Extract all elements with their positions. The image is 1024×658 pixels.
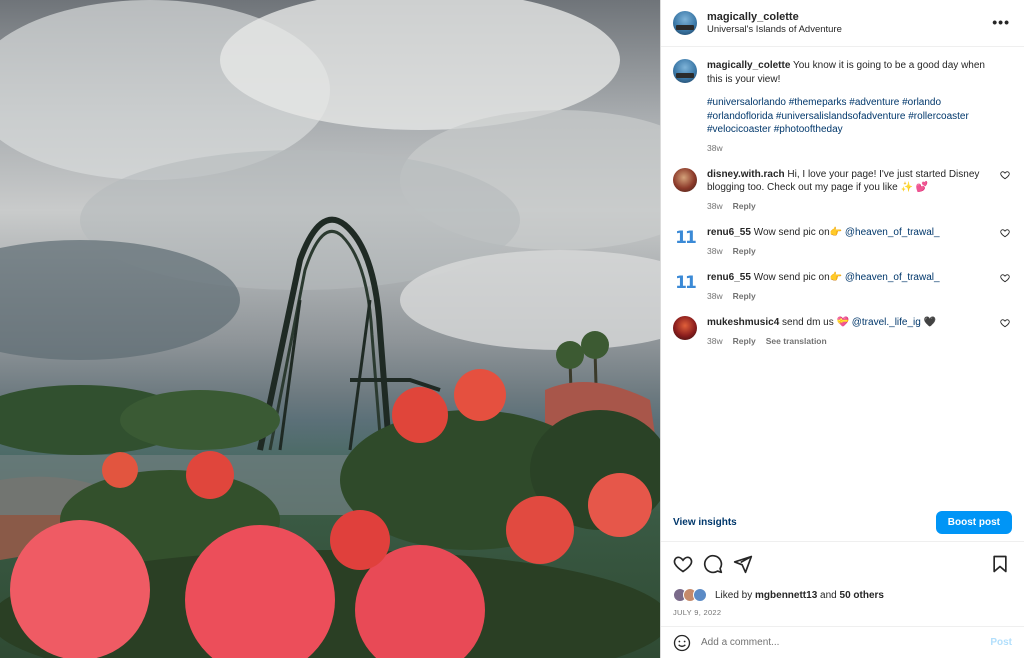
- owner-info: magically_colette Universal's Islands of…: [707, 10, 842, 37]
- likes-summary: Liked by mgbennett13 and 50 others: [661, 586, 1024, 604]
- comment-time[interactable]: 38w: [707, 246, 723, 257]
- comment-meta: 38w Reply: [707, 246, 994, 257]
- post-date[interactable]: JULY 9, 2022: [661, 604, 1024, 626]
- post-view: magically_colette Universal's Islands of…: [0, 0, 1024, 658]
- caption-hashtags[interactable]: #universalorlando #themeparks #adventure…: [707, 96, 994, 137]
- like-heart-icon[interactable]: [673, 554, 693, 574]
- like-comment-heart-icon[interactable]: [1000, 228, 1010, 238]
- comment-time[interactable]: 38w: [707, 336, 723, 347]
- caption-avatar[interactable]: [673, 59, 697, 83]
- emoji-smiley-icon[interactable]: [673, 634, 691, 652]
- liked-by-others[interactable]: 50 others: [840, 590, 884, 601]
- comment-item: 11 renu6_55 Wow send pic on👉 @heaven_of_…: [673, 271, 1012, 302]
- post-comment-button[interactable]: Post: [990, 637, 1012, 648]
- commenter-avatar[interactable]: 11: [673, 226, 697, 251]
- save-bookmark-icon[interactable]: [990, 554, 1010, 574]
- caption-username[interactable]: magically_colette: [707, 60, 790, 71]
- likes-text: Liked by mgbennett13 and 50 others: [715, 590, 884, 601]
- like-comment-heart-icon[interactable]: [1000, 318, 1010, 328]
- comment-username[interactable]: renu6_55: [707, 227, 751, 238]
- view-insights-link[interactable]: View insights: [673, 517, 737, 528]
- post-location[interactable]: Universal's Islands of Adventure: [707, 24, 842, 36]
- reply-button[interactable]: Reply: [733, 201, 756, 212]
- comment-item: 11 renu6_55 Wow send pic on👉 @heaven_of_…: [673, 226, 1012, 257]
- liked-by-and: and: [820, 589, 837, 601]
- comment-item: disney.with.rach Hi, I love your page! I…: [673, 167, 1012, 212]
- owner-avatar[interactable]: [673, 11, 697, 35]
- liked-by-prefix: Liked by: [715, 589, 753, 601]
- insights-bar: View insights Boost post: [661, 504, 1024, 542]
- comment-mention[interactable]: @travel._life_ig: [852, 317, 921, 328]
- reply-button[interactable]: Reply: [733, 336, 756, 347]
- owner-username[interactable]: magically_colette: [707, 10, 842, 24]
- comments-list: magically_colette You know it is going t…: [661, 47, 1024, 504]
- post-side-panel: magically_colette Universal's Islands of…: [660, 0, 1024, 658]
- caption-time[interactable]: 38w: [707, 143, 723, 154]
- reply-button[interactable]: Reply: [733, 291, 756, 302]
- boost-post-button[interactable]: Boost post: [935, 511, 1012, 534]
- like-comment-heart-icon[interactable]: [1000, 170, 1010, 180]
- post-header: magically_colette Universal's Islands of…: [661, 0, 1024, 47]
- commenter-avatar[interactable]: 11: [673, 271, 697, 296]
- comment-time[interactable]: 38w: [707, 201, 723, 212]
- liked-by-user[interactable]: mgbennett13: [755, 590, 817, 601]
- comment-meta: 38w Reply: [707, 201, 994, 212]
- caption-body: magically_colette You know it is going t…: [707, 59, 1012, 154]
- comment-suffix: 🖤: [920, 317, 937, 329]
- post-actions: [661, 542, 1024, 586]
- comment-username[interactable]: disney.with.rach: [707, 169, 785, 180]
- post-photo[interactable]: [0, 0, 660, 658]
- see-translation-button[interactable]: See translation: [766, 336, 827, 347]
- commenter-avatar[interactable]: [673, 167, 697, 192]
- like-comment-heart-icon[interactable]: [1000, 273, 1010, 283]
- comment-body: renu6_55 Wow send pic on👉 @heaven_of_tra…: [707, 226, 1012, 257]
- liker-avatars[interactable]: [673, 588, 707, 602]
- comment-text: Wow send pic on👉: [753, 272, 845, 284]
- comment-body: mukeshmusic4 send dm us 💝 @travel._life_…: [707, 316, 1012, 347]
- comment-body: disney.with.rach Hi, I love your page! I…: [707, 168, 1012, 212]
- comment-username[interactable]: renu6_55: [707, 272, 751, 283]
- liker-avatar: [693, 588, 707, 602]
- comment-body: renu6_55 Wow send pic on👉 @heaven_of_tra…: [707, 271, 1012, 302]
- comment-bubble-icon[interactable]: [703, 554, 723, 574]
- caption: magically_colette You know it is going t…: [673, 59, 1012, 154]
- comment-text: send dm us 💝: [782, 317, 852, 329]
- reply-button[interactable]: Reply: [733, 246, 756, 257]
- comment-mention[interactable]: @heaven_of_trawal_: [845, 272, 940, 283]
- comment-text: Wow send pic on👉: [753, 227, 845, 239]
- comment-time[interactable]: 38w: [707, 291, 723, 302]
- comment-mention[interactable]: @heaven_of_trawal_: [845, 227, 940, 238]
- comment-username[interactable]: mukeshmusic4: [707, 317, 779, 328]
- add-comment-bar: Post: [661, 626, 1024, 658]
- more-options-icon[interactable]: •••: [992, 14, 1010, 30]
- comment-item: mukeshmusic4 send dm us 💝 @travel._life_…: [673, 316, 1012, 347]
- comment-meta: 38w Reply: [707, 291, 994, 302]
- add-comment-input[interactable]: [701, 637, 991, 648]
- caption-meta: 38w: [707, 143, 994, 154]
- share-paper-plane-icon[interactable]: [733, 554, 753, 574]
- commenter-avatar[interactable]: [673, 316, 697, 341]
- rollercoaster-photo: [0, 0, 660, 658]
- comment-meta: 38w Reply See translation: [707, 336, 994, 347]
